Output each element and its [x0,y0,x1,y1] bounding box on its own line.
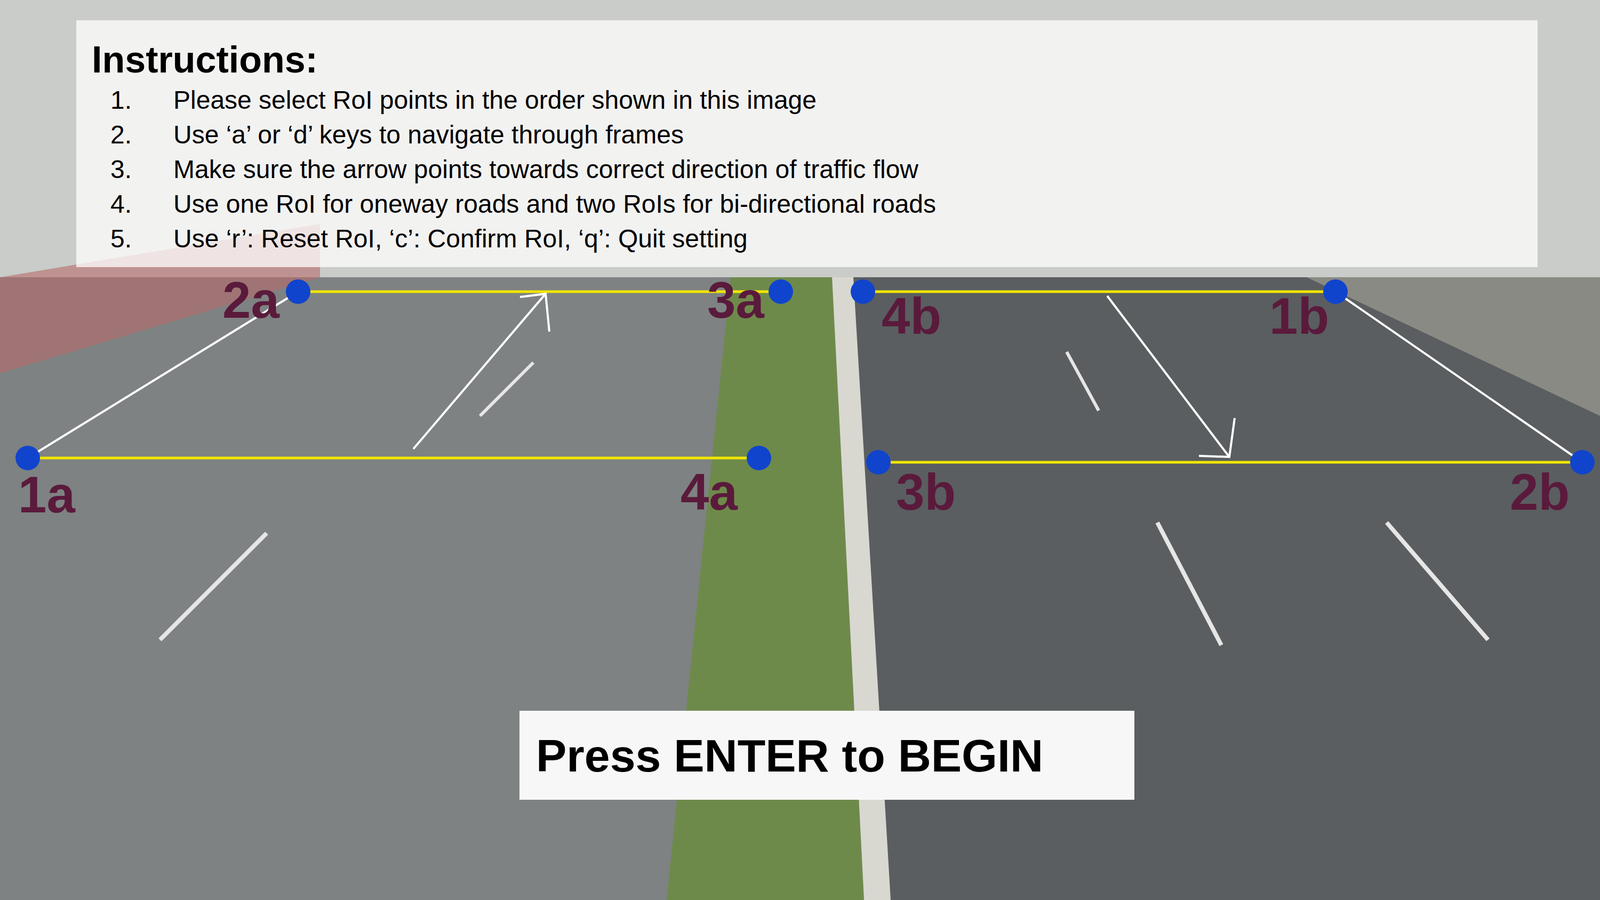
direction-arrow [413,293,550,450]
roi-setup-screen: Instructions:1.Please select RoI points … [0,0,1600,900]
instruction-item: 3.Make sure the arrow points towards cor… [91,152,1538,187]
instruction-text: Use ‘r’: Reset RoI, ‘c’: Confirm RoI, ‘q… [173,221,748,256]
roi-point[interactable] [285,279,311,304]
instruction-item: 4.Use one RoI for oneway roads and two R… [91,186,1538,222]
roi-point[interactable] [866,450,891,475]
instruction-number: 4. [91,186,174,222]
roi-edge [1335,291,1583,463]
instruction-item: 5.Use ‘r’: Reset RoI, ‘c’: Confirm RoI, … [91,221,1538,256]
roi-line [27,457,759,460]
direction-arrow [1107,296,1235,458]
roi-point-label: 4a [680,466,738,518]
instruction-number: 3. [91,152,174,187]
roi-point-label: 1a [18,469,76,521]
roi-line [878,461,1583,464]
roi-point-label: 2b [1509,466,1570,518]
roi-point-label: 3b [896,466,956,518]
begin-prompt[interactable]: Press ENTER to BEGIN [519,710,1135,800]
roi-point-label: 2a [222,274,280,326]
instruction-text: Make sure the arrow points towards corre… [173,152,919,187]
roi-point[interactable] [746,445,772,471]
instruction-item: 2.Use ‘a’ or ‘d’ keys to navigate throug… [91,117,1538,152]
instruction-number: 5. [91,221,174,256]
instruction-text: Use ‘a’ or ‘d’ keys to navigate through … [173,117,684,152]
instruction-text: Use one RoI for oneway roads and two RoI… [173,186,936,222]
roi-point[interactable] [850,279,876,304]
instruction-number: 2. [91,117,174,152]
instruction-text: Please select RoI points in the order sh… [173,82,817,118]
roi-point-label: 3a [707,274,765,326]
instructions-title: Instructions: [91,39,1538,81]
instruction-number: 1. [91,82,174,118]
instructions-panel: Instructions:1.Please select RoI points … [76,20,1538,268]
instruction-item: 1.Please select RoI points in the order … [91,82,1538,118]
roi-point[interactable] [15,445,40,471]
roi-point-label: 4b [881,290,942,342]
roi-point[interactable] [1570,450,1595,475]
roi-point[interactable] [768,279,794,304]
roi-point-label: 1b [1269,290,1330,342]
